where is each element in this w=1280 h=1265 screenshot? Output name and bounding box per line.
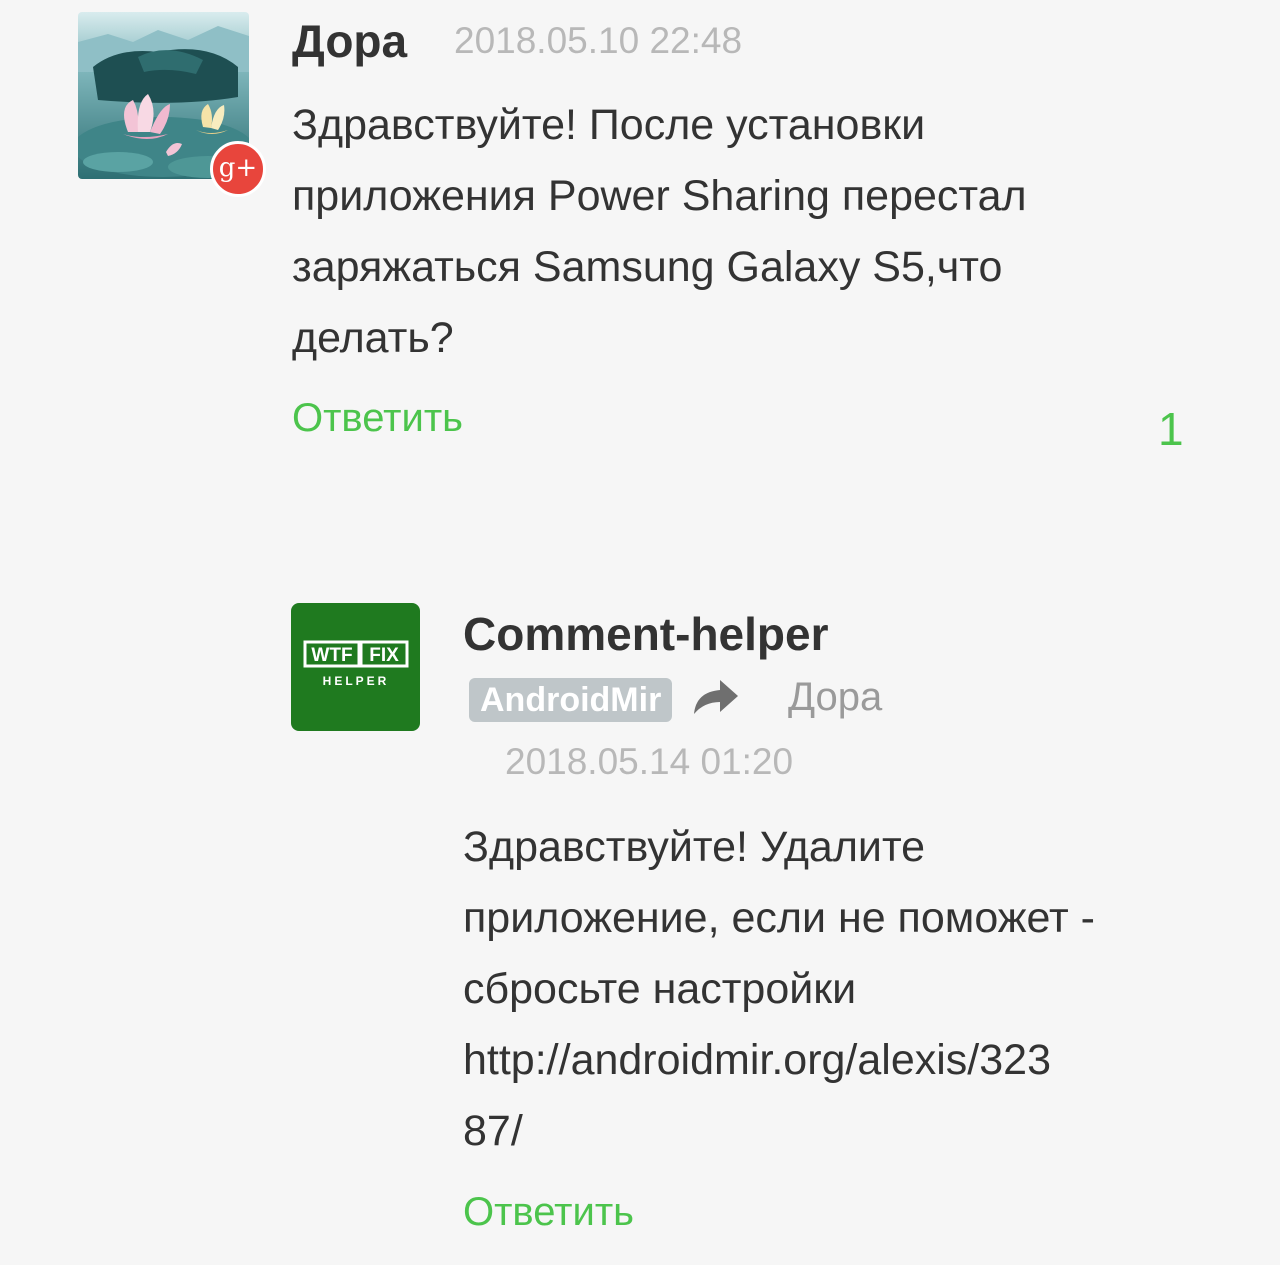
helper-avatar[interactable]: WTF FIX HELPER [291, 603, 420, 731]
reply-button[interactable]: Ответить [463, 1190, 634, 1235]
reply-text: Здравствуйте! Удалите приложение, если н… [463, 823, 1095, 1155]
comment-timestamp: 2018.05.10 22:48 [454, 20, 743, 61]
comments-thread: g+ Дора 2018.05.10 22:48 Здравствуйте! П… [0, 0, 1280, 1265]
logo-fix-text: FIX [369, 645, 399, 666]
comment-author[interactable]: Дора [292, 14, 407, 68]
reply-timestamp: 2018.05.14 01:20 [505, 741, 794, 782]
share-arrow-icon [694, 680, 738, 714]
reply-to-author[interactable]: Дора [788, 675, 882, 720]
logo-helper-text: HELPER [323, 674, 390, 688]
reply-button[interactable]: Ответить [292, 396, 463, 441]
logo-wtf-text: WTF [311, 645, 352, 666]
reply-author[interactable]: Comment-helper [463, 607, 828, 661]
wtf-fix-logo-icon: WTF FIX HELPER [303, 640, 409, 688]
comment-text: Здравствуйте! После установки приложения… [292, 101, 1027, 362]
site-badge: AndroidMir [469, 678, 673, 722]
google-plus-icon: g+ [210, 141, 266, 197]
like-count[interactable]: 1 [1158, 402, 1184, 456]
